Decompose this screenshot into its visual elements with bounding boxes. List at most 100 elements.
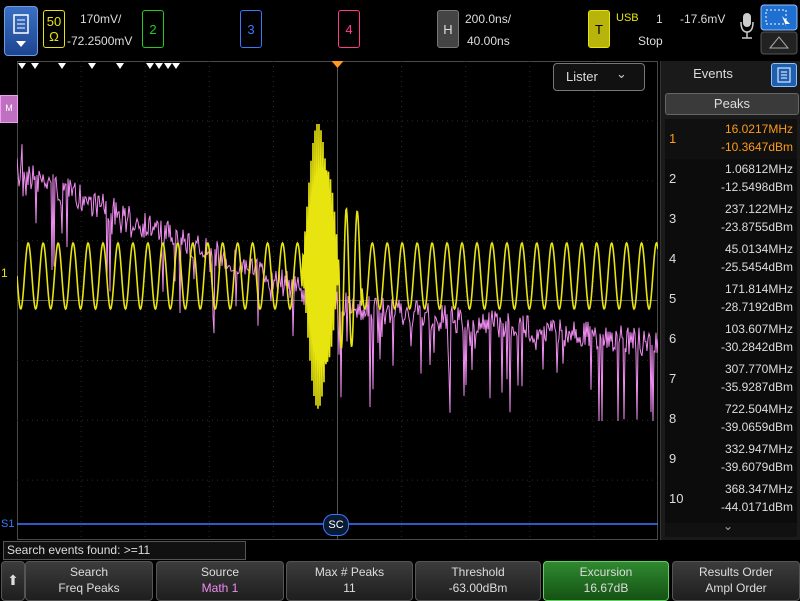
- trigger-source: 1: [656, 12, 663, 26]
- event-row[interactable]: 1 16.0217MHz -10.3647dBm: [665, 119, 797, 160]
- event-frequency: 16.0217MHz: [724, 122, 793, 136]
- search-status-text: Search events found: >=11: [7, 543, 151, 557]
- menu-icon: [13, 14, 29, 47]
- channel-3-button[interactable]: 3: [240, 10, 262, 48]
- event-marker-icon: [58, 63, 66, 69]
- event-row[interactable]: 10 368.347MHz -44.0171dBm: [665, 479, 797, 520]
- event-frequency: 103.607MHz: [724, 322, 793, 336]
- lister-button[interactable]: Lister ⌄: [553, 63, 645, 91]
- sc-marker: SC: [323, 514, 349, 536]
- graticule: [17, 61, 658, 540]
- event-row[interactable]: 7 307.770MHz -35.9287dBm: [665, 359, 797, 400]
- usb-indicator: USB: [616, 12, 639, 24]
- event-row[interactable]: 2 1.06812MHz -12.5498dBm: [665, 159, 797, 200]
- event-frequency: 171.814MHz: [724, 282, 793, 296]
- event-amplitude: -23.8755dBm: [720, 220, 793, 234]
- waveform-display[interactable]: Lister ⌄: [17, 61, 658, 540]
- math-marker[interactable]: M: [0, 95, 18, 123]
- event-amplitude: -39.0659dBm: [720, 420, 793, 434]
- event-index: 4: [669, 251, 677, 266]
- events-title: Events: [693, 66, 733, 81]
- event-marker-icon: [88, 63, 96, 69]
- softkey-title: Threshold: [451, 565, 505, 579]
- math-marker-label: M: [5, 103, 13, 113]
- trigger-button[interactable]: T: [588, 10, 610, 48]
- event-frequency: 1.06812MHz: [724, 162, 793, 176]
- event-amplitude: -25.5454dBm: [720, 260, 793, 274]
- event-marker-icon: [31, 63, 39, 69]
- microphone-icon[interactable]: [738, 10, 756, 46]
- event-index: 6: [669, 331, 677, 346]
- ch2-label: 2: [149, 21, 157, 37]
- event-row[interactable]: 9 332.947MHz -39.6079dBm: [665, 439, 797, 480]
- peaks-button[interactable]: Peaks: [665, 93, 799, 115]
- event-amplitude: -10.3647dBm: [720, 140, 793, 154]
- event-amplitude: -39.6079dBm: [720, 460, 793, 474]
- main-menu-button[interactable]: [4, 6, 38, 56]
- touch-select-panel[interactable]: [760, 4, 798, 56]
- softkey-title: Source: [200, 565, 240, 579]
- softkey-value: Ampl Order: [705, 581, 767, 595]
- back-button[interactable]: ⬆: [1, 561, 25, 601]
- ch4-label: 4: [345, 21, 353, 37]
- event-frequency: 237.122MHz: [724, 202, 793, 216]
- event-frequency: 722.504MHz: [724, 402, 793, 416]
- ch1-coupling-ohm: Ω: [49, 29, 59, 44]
- channel-1-button[interactable]: 50 Ω: [43, 10, 65, 48]
- softkey-excursion[interactable]: Excursion 16.67dB: [543, 561, 669, 601]
- event-amplitude: -12.5498dBm: [720, 180, 793, 194]
- event-marker-icon: [116, 63, 124, 69]
- softkey-max-peaks[interactable]: Max # Peaks 11: [286, 561, 413, 601]
- softkey-value: 11: [343, 581, 356, 595]
- softkey-title: Results Order: [698, 565, 774, 579]
- sc-marker-label: SC: [328, 519, 344, 531]
- event-row[interactable]: 4 45.0134MHz -25.5454dBm: [665, 239, 797, 280]
- h-label: H: [443, 21, 453, 37]
- channel-4-button[interactable]: 4: [338, 10, 360, 48]
- chevron-down-icon: ⌄: [616, 66, 627, 81]
- s1-marker-label: S1: [1, 518, 15, 530]
- softkey-search[interactable]: Search Freq Peaks: [25, 561, 153, 601]
- softkey-threshold[interactable]: Threshold -63.00dBm: [415, 561, 541, 601]
- event-amplitude: -44.0171dBm: [720, 500, 793, 514]
- h-delay: 40.00ns: [467, 34, 510, 48]
- event-marker-icon: [146, 63, 154, 69]
- event-amplitude: -28.7192dBm: [720, 300, 793, 314]
- search-status: Search events found: >=11: [3, 541, 246, 560]
- ch1-ground-marker[interactable]: 1: [1, 266, 8, 280]
- event-row[interactable]: 8 722.504MHz -39.0659dBm: [665, 399, 797, 440]
- panel-menu-button[interactable]: [771, 63, 797, 87]
- t-label: T: [595, 21, 603, 37]
- ch3-label: 3: [247, 21, 255, 37]
- event-row[interactable]: 3 237.122MHz -23.8755dBm: [665, 199, 797, 240]
- events-tab[interactable]: Events: [661, 61, 765, 87]
- s1-marker: S1: [1, 518, 14, 530]
- event-index: 5: [669, 291, 677, 306]
- event-index: 9: [669, 451, 677, 466]
- event-frequency: 45.0134MHz: [724, 242, 793, 256]
- event-frequency: 307.770MHz: [724, 362, 793, 376]
- ch1-scale: 170mV/: [80, 12, 122, 26]
- list-icon: [777, 67, 791, 83]
- event-amplitude: -30.2842dBm: [720, 340, 793, 354]
- h-scale: 200.0ns/: [465, 12, 512, 26]
- channel-2-button[interactable]: 2: [142, 10, 164, 48]
- softkey-value: 16.67dB: [583, 581, 629, 595]
- run-state: Stop: [638, 34, 663, 48]
- softkey-results-order[interactable]: Results Order Ampl Order: [672, 561, 800, 601]
- event-marker-icon: [155, 63, 163, 69]
- events-panel: Events Peaks 1 16.0217MHz -10.3647dBm 2 1.06…: [660, 61, 800, 540]
- softkey-source[interactable]: Source Math 1: [156, 561, 284, 601]
- event-marker-icon: [164, 63, 172, 69]
- event-row[interactable]: 5 171.814MHz -28.7192dBm: [665, 279, 797, 320]
- trigger-position-icon: [331, 61, 344, 68]
- events-scroll-hint[interactable]: ⌄: [665, 519, 797, 537]
- peaks-button-label: Peaks: [713, 96, 751, 111]
- horizontal-button[interactable]: H: [437, 10, 459, 48]
- event-row[interactable]: 6 103.607MHz -30.2842dBm: [665, 319, 797, 360]
- chevron-down-icon: ⌄: [723, 519, 734, 533]
- event-index: 1: [669, 131, 677, 146]
- event-marker-icon: [172, 63, 180, 69]
- softkey-value: Math 1: [201, 581, 239, 595]
- event-index: 10: [669, 491, 684, 506]
